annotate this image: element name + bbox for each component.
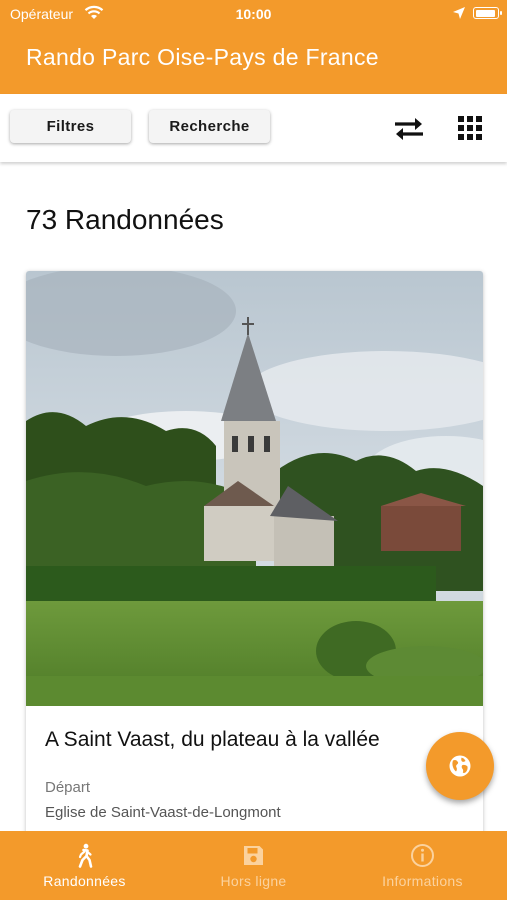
save-icon (244, 846, 263, 865)
hike-card[interactable]: A Saint Vaast, du plateau à la vallée Dé… (26, 271, 483, 871)
hike-title: A Saint Vaast, du plateau à la vallée (45, 728, 380, 751)
nav-label: Informations (382, 873, 463, 889)
filters-button[interactable]: Filtres (10, 110, 131, 143)
status-bar: Opérateur 10:00 (0, 0, 507, 28)
nav-label: Hors ligne (220, 873, 287, 889)
grid-view-icon[interactable] (457, 115, 483, 141)
results-count: 73 Randonnées (26, 204, 224, 235)
swap-arrows-icon[interactable] (392, 115, 426, 141)
nav-item-randonnees[interactable]: Randonnées (0, 831, 169, 900)
info-icon (411, 844, 434, 867)
hiker-icon (78, 843, 93, 868)
app-header: Opérateur 10:00 Rando Parc Oise-Pays de … (0, 0, 507, 94)
battery-icon (473, 7, 502, 19)
depart-value: Eglise de Saint-Vaast-de-Longmont (45, 804, 281, 821)
nav-label: Randonnées (43, 873, 126, 889)
globe-icon (449, 755, 471, 777)
depart-label: Départ (45, 779, 91, 796)
search-button[interactable]: Recherche (149, 110, 270, 143)
nav-item-informations[interactable]: Informations (338, 831, 507, 900)
bottom-navigation: Randonnées Hors ligne Informations (0, 831, 507, 900)
nav-item-hors-ligne[interactable]: Hors ligne (169, 831, 338, 900)
app-title: Rando Parc Oise-Pays de France (26, 44, 379, 70)
location-arrow-icon (453, 7, 465, 19)
clock: 10:00 (235, 6, 272, 22)
map-view-button[interactable] (426, 732, 494, 800)
hike-photo (26, 271, 483, 706)
filter-toolbar: Filtres Recherche (0, 94, 507, 162)
